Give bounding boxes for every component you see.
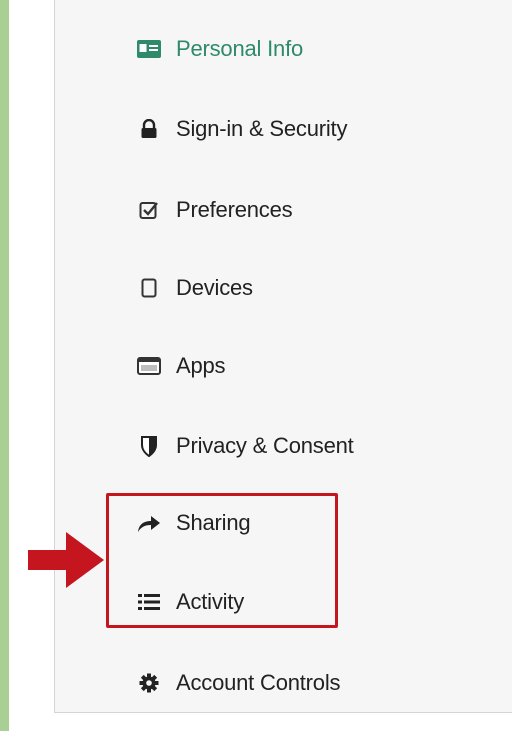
sidebar-item-label: Sign-in & Security (176, 116, 348, 141)
sidebar-item-label: Devices (176, 275, 253, 300)
sidebar-item-apps[interactable]: Apps (136, 346, 226, 386)
sidebar-item-privacy-consent[interactable]: Privacy & Consent (136, 426, 354, 466)
device-icon (136, 275, 162, 301)
shield-icon (136, 433, 162, 459)
green-rail (0, 0, 9, 731)
left-gutter (9, 0, 54, 731)
sidebar-item-sign-in-security[interactable]: Sign-in & Security (136, 109, 347, 149)
sidebar-item-account-controls[interactable]: Account Controls (136, 663, 341, 703)
screenshot-page: Personal Info Sign-in & Security Prefere… (0, 0, 512, 731)
checkbox-icon (136, 197, 162, 223)
sidebar-item-label: Privacy & Consent (176, 433, 354, 458)
red-arrow-icon (28, 530, 106, 595)
sidebar-item-devices[interactable]: Devices (136, 268, 253, 308)
highlight-box (106, 493, 338, 628)
lock-icon (136, 116, 162, 142)
sidebar-item-label: Account Controls (176, 670, 341, 695)
sidebar-item-label: Preferences (176, 197, 293, 222)
sidebar-item-preferences[interactable]: Preferences (136, 190, 293, 230)
id-card-icon (136, 36, 162, 62)
sidebar-item-label: Personal Info (176, 36, 304, 61)
apps-window-icon (136, 353, 162, 379)
sidebar-item-personal-info[interactable]: Personal Info (136, 29, 303, 69)
gear-icon (136, 670, 162, 696)
sidebar-item-label: Apps (176, 353, 226, 378)
